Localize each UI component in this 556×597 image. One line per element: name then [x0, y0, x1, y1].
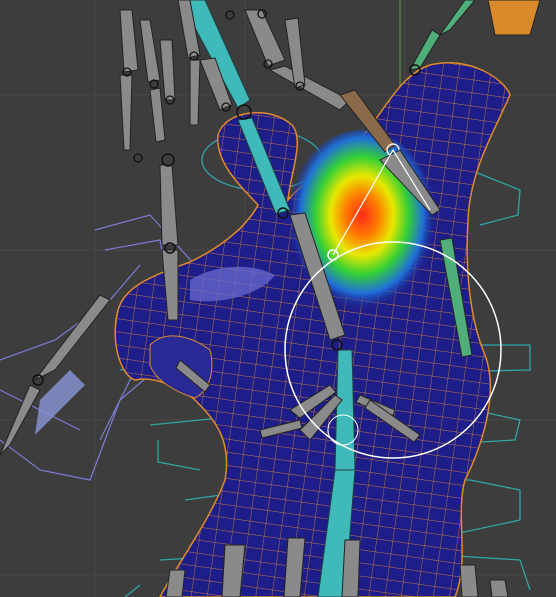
bone-upper-arm-right	[159, 164, 179, 246]
bone-orange-handle	[487, 0, 541, 36]
active-bone-spine	[334, 349, 356, 471]
bone-shoulder-right	[439, 0, 476, 36]
weight-heat-spot	[287, 130, 437, 320]
3d-viewport[interactable]	[0, 0, 556, 597]
bone-arm-left	[34, 294, 111, 381]
weight-paint-mesh[interactable]	[114, 61, 511, 597]
